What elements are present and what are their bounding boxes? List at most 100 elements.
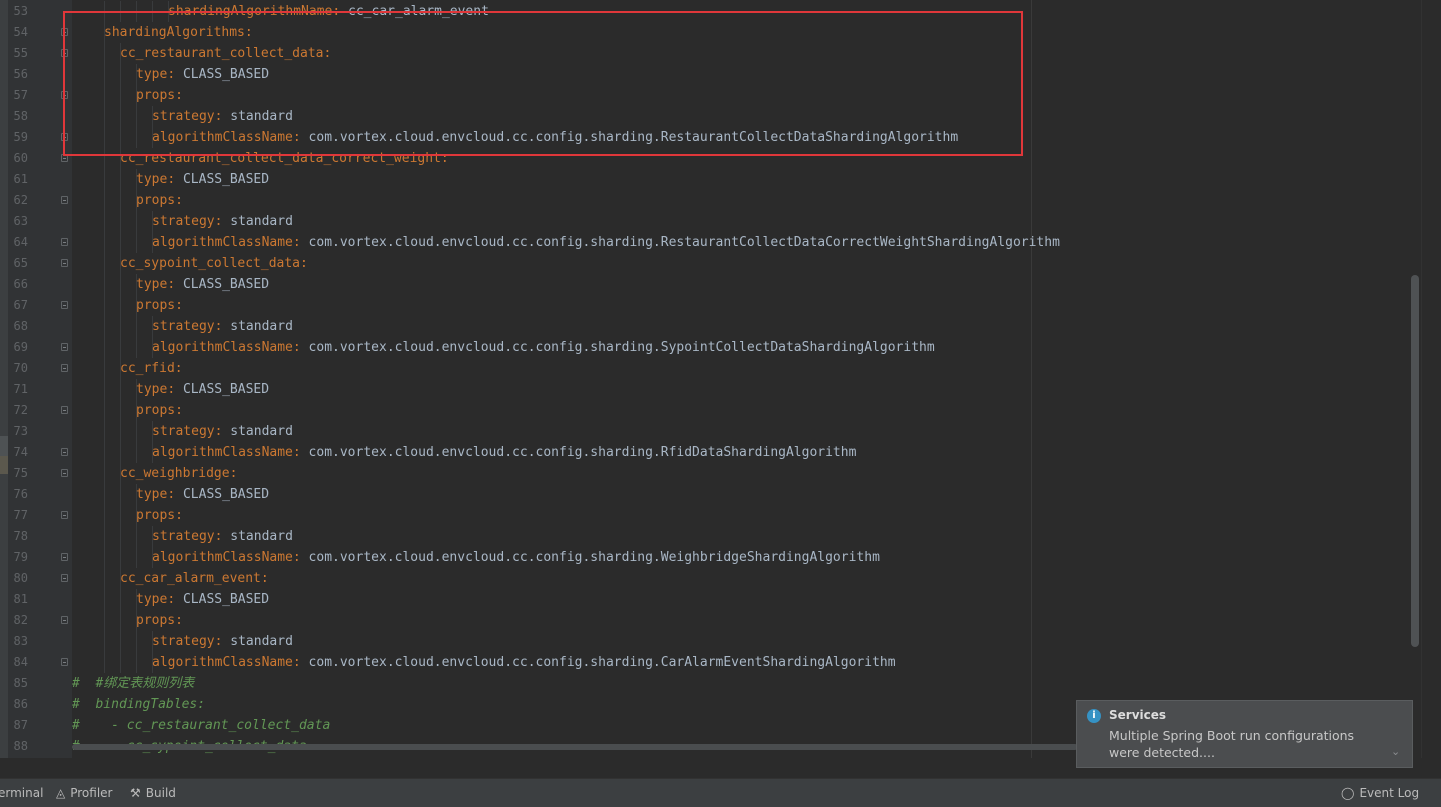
yaml-entry: props: — [136, 400, 191, 421]
indent-guide — [120, 274, 121, 295]
code-line[interactable]: 78 strategy: standard — [0, 526, 1441, 547]
fold-marker-icon[interactable] — [61, 259, 68, 267]
fold-marker-icon[interactable] — [61, 448, 68, 456]
yaml-colon: : — [214, 529, 231, 544]
fold-marker-icon[interactable] — [61, 511, 68, 519]
fold-marker-icon[interactable] — [61, 91, 68, 99]
code-line[interactable]: 71 type: CLASS_BASED — [0, 379, 1441, 400]
indent-guide — [104, 505, 105, 526]
fold-marker-icon[interactable] — [61, 28, 68, 36]
yaml-key: props — [136, 193, 176, 208]
code-line[interactable]: 79 algorithmClassName: com.vortex.cloud.e… — [0, 547, 1441, 568]
vertical-scrollbar-thumb[interactable] — [1411, 275, 1419, 647]
yaml-key: algorithmClassName — [152, 235, 293, 250]
fold-marker-icon[interactable] — [61, 574, 68, 582]
yaml-entry: shardingAlgorithmName: cc_car_alarm_even… — [168, 1, 489, 22]
code-line[interactable]: 85 # #绑定表规则列表 — [0, 673, 1441, 694]
fold-marker-icon[interactable] — [61, 238, 68, 246]
terminal-label: erminal — [0, 786, 44, 800]
indent-guide — [104, 274, 105, 295]
code-line[interactable]: 76 type: CLASS_BASED — [0, 484, 1441, 505]
code-line[interactable]: 77 props: — [0, 505, 1441, 526]
fold-marker-icon[interactable] — [61, 301, 68, 309]
fold-marker-icon[interactable] — [61, 364, 68, 372]
code-line[interactable]: 66 type: CLASS_BASED — [0, 274, 1441, 295]
indent-guide — [120, 295, 121, 316]
yaml-key: strategy — [152, 529, 215, 544]
code-line[interactable]: 60 cc_restaurant_collect_data_correct_wei… — [0, 148, 1441, 169]
fold-marker-icon[interactable] — [61, 406, 68, 414]
fold-marker-icon[interactable] — [61, 133, 68, 141]
event-log-tab[interactable]: ◯ Event Log — [1341, 783, 1419, 803]
indent-guide — [104, 85, 105, 106]
line-number: 88 — [13, 739, 28, 753]
fold-marker-icon[interactable] — [61, 469, 68, 477]
indent-guide — [136, 421, 137, 442]
line-number: 82 — [13, 613, 28, 627]
yaml-key: type — [136, 382, 168, 397]
line-number: 63 — [13, 214, 28, 228]
code-line[interactable]: 84 algorithmClassName: com.vortex.cloud.e… — [0, 652, 1441, 673]
code-line[interactable]: 73 strategy: standard — [0, 421, 1441, 442]
indent-guide — [104, 232, 105, 253]
profiler-tab[interactable]: ◬ Profiler — [56, 783, 112, 803]
yaml-key: strategy — [152, 319, 215, 334]
build-tab[interactable]: ⚒ Build — [130, 783, 176, 803]
code-line[interactable]: 61 type: CLASS_BASED — [0, 169, 1441, 190]
code-line[interactable]: 57 props: — [0, 85, 1441, 106]
code-line[interactable]: 74 algorithmClassName: com.vortex.cloud.e… — [0, 442, 1441, 463]
line-number: 72 — [13, 403, 28, 417]
code-line[interactable]: 53 shardingAlgorithmName: cc_car_alarm_ev… — [0, 1, 1441, 22]
code-line[interactable]: 67 props: — [0, 295, 1441, 316]
indent-guide — [120, 610, 121, 631]
code-line[interactable]: 59 algorithmClassName: com.vortex.cloud.e… — [0, 127, 1441, 148]
yaml-entry: algorithmClassName: com.vortex.cloud.env… — [152, 337, 935, 358]
code-line[interactable]: 56 type: CLASS_BASED — [0, 64, 1441, 85]
fold-marker-icon[interactable] — [61, 658, 68, 666]
horizontal-scrollbar[interactable] — [72, 744, 1078, 750]
code-line[interactable]: 55 cc_restaurant_collect_data: — [0, 43, 1441, 64]
chevron-down-icon[interactable]: ⌄ — [1391, 745, 1400, 758]
line-number: 87 — [13, 718, 28, 732]
line-number: 71 — [13, 382, 28, 396]
code-line[interactable]: 68 strategy: standard — [0, 316, 1441, 337]
yaml-colon: : — [332, 4, 349, 19]
code-line[interactable]: 69 algorithmClassName: com.vortex.cloud.e… — [0, 337, 1441, 358]
fold-marker-icon[interactable] — [61, 343, 68, 351]
code-editor[interactable]: 53 shardingAlgorithmName: cc_car_alarm_ev… — [0, 0, 1441, 758]
yaml-entry: cc_restaurant_collect_data: — [120, 43, 339, 64]
code-line[interactable]: 62 props: — [0, 190, 1441, 211]
code-line[interactable]: 70 cc_rfid: — [0, 358, 1441, 379]
code-line[interactable]: 82 props: — [0, 610, 1441, 631]
services-notification[interactable]: i Services Multiple Spring Boot run conf… — [1076, 700, 1413, 768]
fold-marker-icon[interactable] — [61, 154, 68, 162]
line-number: 68 — [13, 319, 28, 333]
indent-guide — [120, 652, 121, 673]
indent-guide — [104, 211, 105, 232]
code-line[interactable]: 83 strategy: standard — [0, 631, 1441, 652]
yaml-value: com.vortex.cloud.envcloud.cc.config.shar… — [308, 130, 959, 145]
indent-guide — [104, 64, 105, 85]
code-line[interactable]: 64 algorithmClassName: com.vortex.cloud.e… — [0, 232, 1441, 253]
line-number: 67 — [13, 298, 28, 312]
indent-guide — [104, 442, 105, 463]
code-line[interactable]: 58 strategy: standard — [0, 106, 1441, 127]
code-line[interactable]: 65 cc_sypoint_collect_data: — [0, 253, 1441, 274]
code-line[interactable]: 63 strategy: standard — [0, 211, 1441, 232]
fold-marker-icon[interactable] — [61, 553, 68, 561]
fold-marker-icon[interactable] — [61, 49, 68, 57]
yaml-entry: props: — [136, 190, 191, 211]
code-line[interactable]: 75 cc_weighbridge: — [0, 463, 1441, 484]
yaml-entry: strategy: standard — [152, 631, 293, 652]
fold-marker-icon[interactable] — [61, 616, 68, 624]
fold-marker-icon[interactable] — [61, 196, 68, 204]
yaml-colon: : — [292, 130, 309, 145]
yaml-colon: : — [229, 466, 246, 481]
indent-guide — [120, 400, 121, 421]
terminal-tab[interactable]: erminal — [0, 783, 43, 803]
code-line[interactable]: 72 props: — [0, 400, 1441, 421]
code-line[interactable]: 54 shardingAlgorithms: — [0, 22, 1441, 43]
code-line[interactable]: 81 type: CLASS_BASED — [0, 589, 1441, 610]
yaml-value: CLASS_BASED — [182, 382, 270, 397]
code-line[interactable]: 80 cc_car_alarm_event: — [0, 568, 1441, 589]
